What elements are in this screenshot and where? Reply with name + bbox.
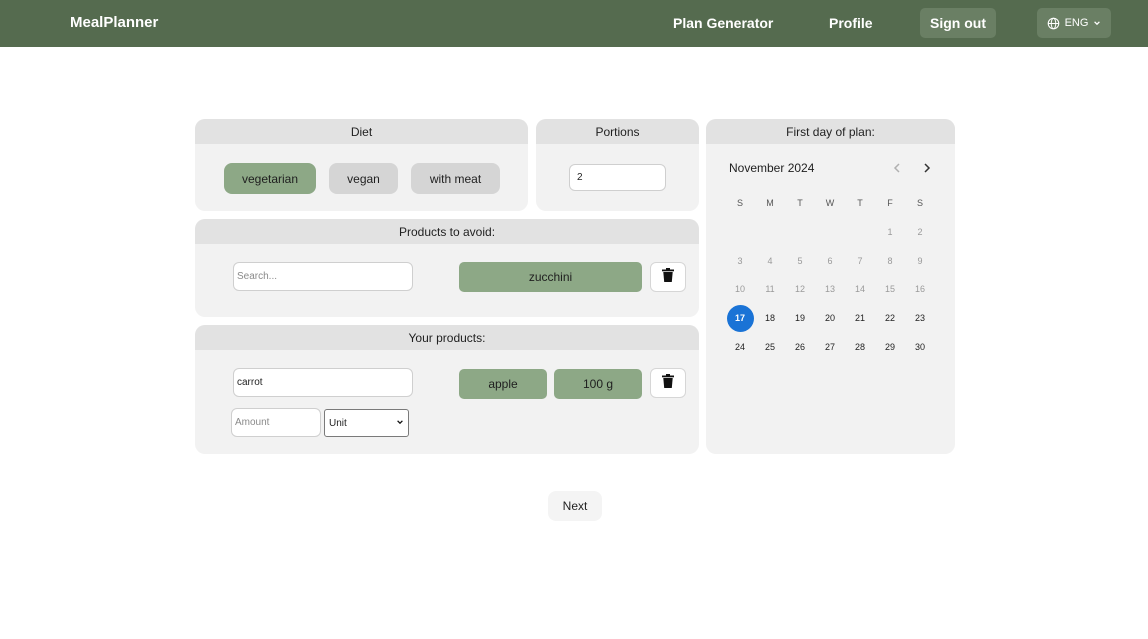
brand-logo[interactable]: MealPlanner: [70, 14, 158, 31]
your-products-panel: Your products: carrot Amount Unit apple …: [195, 325, 699, 454]
avoid-title: Products to avoid:: [195, 219, 699, 244]
calendar-day: 7: [857, 255, 863, 266]
calendar-day: 3: [737, 255, 743, 266]
calendar-day: 4: [767, 255, 773, 266]
calendar-day-selected[interactable]: 17: [725, 304, 755, 332]
diet-panel: Diet vegetarian vegan with meat: [195, 119, 528, 211]
portions-title: Portions: [536, 119, 699, 144]
next-button[interactable]: Next: [548, 491, 602, 521]
calendar-empty-cell: [725, 219, 755, 245]
calendar-day: 8: [887, 255, 893, 266]
language-label: ENG: [1064, 17, 1089, 29]
calendar-day[interactable]: 26: [785, 334, 815, 360]
chevron-down-icon: [1093, 19, 1101, 27]
avoid-delete-button[interactable]: [650, 262, 686, 292]
calendar-grid: S M T W T F S 1 2 3 4 5 6 7 8 9 10 11 12 13 14 15 16 17 18 19 20 21…: [725, 189, 935, 361]
product-name-input[interactable]: carrot: [233, 368, 413, 397]
language-selector[interactable]: ENG: [1037, 8, 1111, 38]
portions-input[interactable]: 2: [569, 164, 666, 191]
calendar-empty-cell: [785, 219, 815, 245]
calendar-panel: First day of plan: November 2024 S M T W T F S…: [706, 119, 955, 454]
calendar-day[interactable]: 18: [755, 305, 785, 331]
sign-out-label: Sign out: [930, 15, 986, 31]
calendar-weekday-row: SMTWTFS: [725, 189, 935, 218]
chevron-right-icon: [920, 162, 934, 179]
chevron-left-icon: [890, 162, 904, 179]
calendar-weekday-label: F: [887, 198, 893, 209]
calendar-next-button[interactable]: [920, 161, 934, 175]
calendar-day: 11: [765, 284, 775, 295]
calendar-day[interactable]: 21: [845, 305, 875, 331]
calendar-day: 16: [914, 284, 925, 295]
calendar-day: 15: [884, 284, 895, 295]
portions-panel: Portions 2: [536, 119, 699, 211]
calendar-day[interactable]: 19: [785, 305, 815, 331]
diet-option-with-meat[interactable]: with meat: [411, 163, 500, 194]
diet-title: Diet: [195, 119, 528, 144]
product-item-name: apple: [459, 369, 547, 399]
calendar-day: 5: [797, 255, 803, 266]
calendar-day: 12: [794, 284, 805, 295]
calendar-weekday-label: S: [916, 198, 923, 209]
calendar-day: 6: [827, 255, 833, 266]
calendar-week-row: 12: [725, 218, 935, 247]
trash-icon: [662, 373, 674, 393]
calendar-day[interactable]: 29: [875, 334, 905, 360]
diet-option-vegetarian[interactable]: vegetarian: [224, 163, 316, 194]
diet-option-vegan[interactable]: vegan: [329, 163, 398, 194]
calendar-month-label: November 2024: [729, 161, 815, 175]
calendar-weekday-label: T: [797, 198, 803, 209]
unit-select-value: Unit: [329, 417, 347, 429]
calendar-day[interactable]: 27: [815, 334, 845, 360]
calendar-day: 13: [824, 284, 835, 295]
calendar-day[interactable]: 24: [725, 334, 755, 360]
calendar-empty-cell: [845, 219, 875, 245]
calendar-day: 2: [917, 227, 923, 238]
calendar-weekday-label: W: [825, 198, 835, 209]
nav-profile[interactable]: Profile: [829, 15, 873, 31]
amount-input[interactable]: Amount: [231, 408, 321, 437]
calendar-day[interactable]: 23: [905, 305, 935, 331]
calendar-week-row: 17 18 19 20 21 22 23: [725, 304, 935, 333]
chevron-down-icon: [396, 418, 404, 429]
calendar-day: 9: [917, 255, 923, 266]
globe-icon: [1047, 17, 1060, 30]
calendar-prev-button[interactable]: [890, 161, 904, 175]
nav-plan-generator[interactable]: Plan Generator: [673, 15, 773, 31]
calendar-title: First day of plan:: [706, 119, 955, 144]
calendar-day[interactable]: 30: [905, 334, 935, 360]
sign-out-button[interactable]: Sign out: [920, 8, 996, 38]
calendar-week-row: 24 25 26 27 28 29 30: [725, 332, 935, 361]
calendar-day: 10: [734, 284, 745, 295]
calendar-day[interactable]: 25: [755, 334, 785, 360]
calendar-weekday-label: T: [857, 198, 863, 209]
top-navbar: MealPlanner Plan Generator Profile Sign …: [0, 0, 1148, 47]
calendar-weekday-label: S: [736, 198, 743, 209]
calendar-day[interactable]: 22: [875, 305, 905, 331]
calendar-week-row: 3 4 5 6 7 8 9: [725, 246, 935, 275]
calendar-day[interactable]: 20: [815, 305, 845, 331]
calendar-empty-cell: [815, 219, 845, 245]
calendar-day[interactable]: 28: [845, 334, 875, 360]
calendar-empty-cell: [755, 219, 785, 245]
avoid-item-tag: zucchini: [459, 262, 642, 292]
unit-select[interactable]: Unit: [324, 409, 409, 437]
calendar-day: 1: [887, 227, 893, 238]
calendar-day: 14: [854, 284, 865, 295]
calendar-week-row: 10 11 12 13 14 15 16: [725, 275, 935, 304]
trash-icon: [662, 267, 674, 287]
product-item-amount: 100 g: [554, 369, 642, 399]
avoid-search-input[interactable]: Search...: [233, 262, 413, 291]
your-products-title: Your products:: [195, 325, 699, 350]
avoid-panel: Products to avoid: Search... zucchini: [195, 219, 699, 317]
product-delete-button[interactable]: [650, 368, 686, 398]
calendar-weekday-label: M: [766, 198, 774, 209]
